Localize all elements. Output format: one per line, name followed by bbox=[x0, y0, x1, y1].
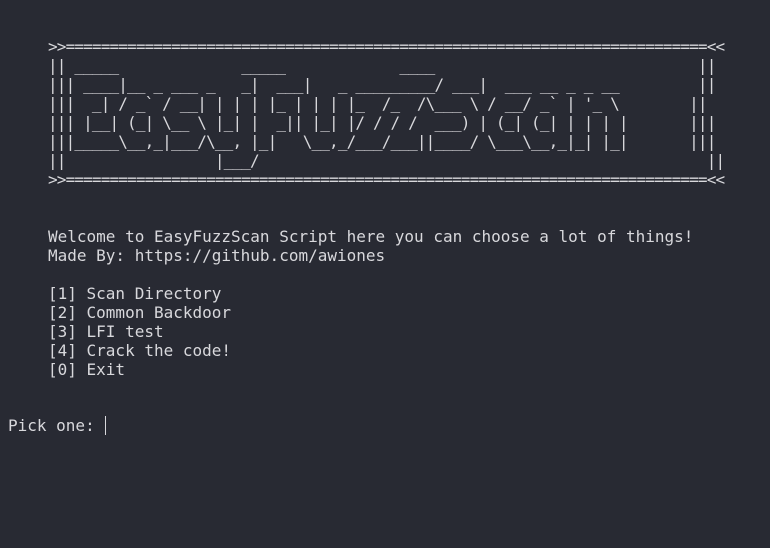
banner-line: |||_____\__,_|___/\__, |_| \__,_/___/___… bbox=[48, 132, 716, 151]
banner-line: ||| ____|__ _ ___ _ _| ___| _ _________/… bbox=[48, 75, 716, 94]
banner-line: || |___/ || bbox=[48, 151, 725, 170]
menu-option-common-backdoor: [2] Common Backdoor bbox=[48, 303, 232, 322]
terminal-window[interactable]: >>======================================… bbox=[0, 0, 770, 548]
prompt-label: Pick one: bbox=[8, 416, 95, 435]
banner-line: ||| _| / _` / __| | | | |_ | | | |_ /_ /… bbox=[48, 94, 708, 113]
menu-option-exit: [0] Exit bbox=[48, 360, 126, 379]
author-credit: Made By: https://github.com/awiones bbox=[48, 246, 386, 265]
banner-line: >>======================================… bbox=[48, 37, 725, 56]
text-cursor bbox=[104, 416, 106, 435]
menu-option-crack-the-code: [4] Crack the code! bbox=[48, 341, 232, 360]
welcome-message: Welcome to EasyFuzzScan Script here you … bbox=[48, 227, 694, 246]
banner-line: ||| |__| (_| \__ \ |_| | _|| |_| |/ / / … bbox=[48, 113, 716, 132]
banner-line: || _____ _____ ____ || bbox=[48, 56, 716, 75]
input-prompt-row[interactable]: Pick one: bbox=[8, 416, 106, 435]
banner-line: >>======================================… bbox=[48, 170, 725, 189]
ascii-banner: >>======================================… bbox=[48, 37, 725, 189]
menu-option-scan-directory: [1] Scan Directory bbox=[48, 284, 222, 303]
menu-option-lfi-test: [3] LFI test bbox=[48, 322, 164, 341]
